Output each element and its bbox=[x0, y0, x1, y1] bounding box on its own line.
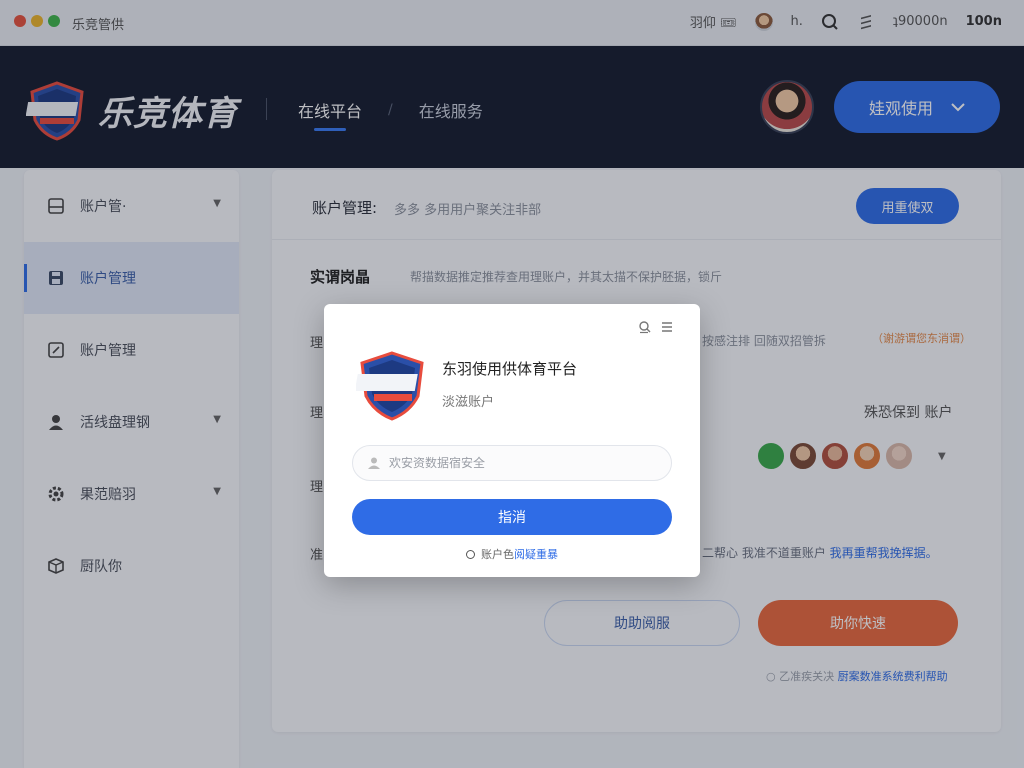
modal-footer-link[interactable]: 阅疑重暴 bbox=[514, 548, 558, 561]
search-icon[interactable] bbox=[638, 320, 652, 334]
account-input[interactable] bbox=[389, 456, 659, 470]
modal-logo-icon bbox=[356, 351, 424, 421]
account-input-field[interactable] bbox=[352, 445, 672, 481]
modal-subtitle: 淡滋账户 bbox=[442, 395, 495, 410]
modal-footer-text: 账户色 bbox=[481, 548, 514, 561]
agree-checkbox[interactable] bbox=[466, 550, 475, 559]
modal-footer: 账户色阅疑重暴 bbox=[324, 546, 700, 562]
modal-submit-button[interactable]: 指消 bbox=[352, 499, 672, 535]
menu-icon[interactable] bbox=[660, 320, 674, 334]
modal-toolbar bbox=[638, 320, 674, 334]
modal-title: 东羽使用供体育平台 bbox=[442, 360, 578, 378]
login-modal: 东羽使用供体育平台 淡滋账户 指消 账户色阅疑重暴 bbox=[324, 304, 700, 577]
user-icon bbox=[368, 457, 380, 469]
